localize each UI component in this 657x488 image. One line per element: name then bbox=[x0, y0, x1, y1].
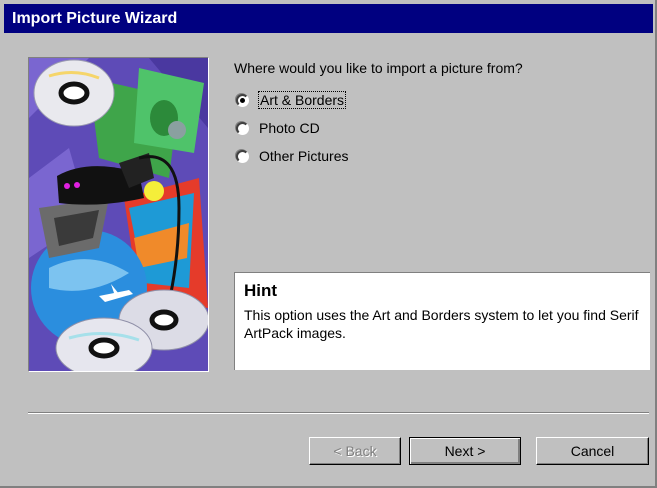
cd-scanner-illustration bbox=[29, 58, 208, 371]
photo-cd-label[interactable]: Photo CD bbox=[259, 120, 320, 136]
art-borders-label[interactable]: Art & Borders bbox=[257, 91, 347, 109]
cancel-button[interactable]: Cancel bbox=[536, 437, 649, 465]
window-title: Import Picture Wizard bbox=[12, 10, 178, 27]
photo-cd-radio[interactable] bbox=[236, 121, 249, 135]
other-pictures-label[interactable]: Other Pictures bbox=[259, 148, 348, 164]
hint-title: Hint bbox=[244, 281, 278, 300]
hint-panel: Hint This option uses the Art and Border… bbox=[234, 272, 650, 370]
art-borders-radio[interactable] bbox=[236, 93, 249, 107]
other-pictures-radio[interactable] bbox=[236, 149, 249, 163]
button-separator bbox=[28, 412, 649, 414]
hint-text: This option uses the Art and Borders sys… bbox=[244, 307, 639, 341]
import-source-question: Where would you like to import a picture… bbox=[234, 60, 523, 76]
wizard-illustration bbox=[28, 57, 209, 372]
title-bar[interactable]: Import Picture Wizard bbox=[4, 4, 653, 33]
next-button[interactable]: Next > bbox=[409, 437, 521, 465]
option-other-pictures[interactable]: Other Pictures bbox=[236, 146, 348, 166]
back-button[interactable]: < Back bbox=[309, 437, 401, 465]
wizard-window: Import Picture Wizard Where would you li… bbox=[0, 0, 657, 488]
option-photo-cd[interactable]: Photo CD bbox=[236, 118, 320, 138]
option-art-borders[interactable]: Art & Borders bbox=[236, 90, 347, 110]
